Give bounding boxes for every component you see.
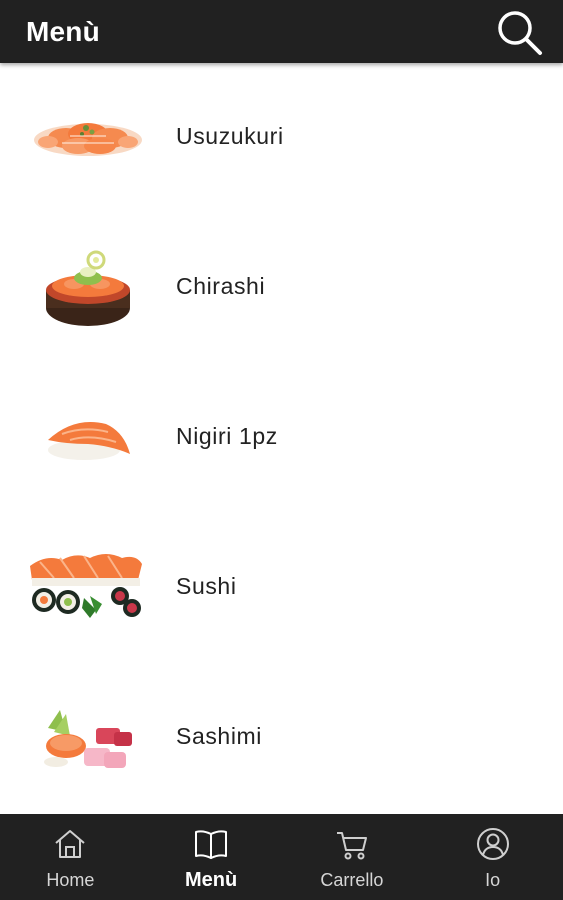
sashimi-image	[26, 688, 150, 788]
app-screen: Menù Usuzukuri Chirashi Nigiri 1pz Sushi…	[0, 0, 563, 900]
list-item-sushi[interactable]: Sushi	[0, 513, 563, 663]
menu-list: Usuzukuri Chirashi Nigiri 1pz Sushi Sash…	[0, 63, 563, 814]
nav-label: Home	[46, 870, 95, 890]
nav-label: Carrello	[320, 870, 384, 890]
menu-item-label: Chirashi	[176, 273, 266, 299]
app-header: Menù	[0, 0, 563, 63]
cart-icon	[334, 826, 370, 862]
nav-item-home[interactable]: Home	[0, 814, 141, 900]
user-icon	[475, 826, 511, 862]
menu-item-label: Nigiri 1pz	[176, 423, 278, 449]
nav-item-cart[interactable]: Carrello	[282, 814, 423, 900]
nigiri-image	[26, 388, 150, 488]
book-icon	[193, 826, 229, 862]
nav-item-menu[interactable]: Menù	[141, 814, 282, 900]
list-item-sashimi[interactable]: Sashimi	[0, 663, 563, 813]
bottom-navigation: Home Menù Carrello Io	[0, 814, 563, 900]
sushi-image	[26, 538, 150, 638]
nav-label: Menù	[185, 869, 238, 891]
nav-item-profile[interactable]: Io	[422, 814, 563, 900]
list-item-usuzukuri[interactable]: Usuzukuri	[0, 63, 563, 213]
nav-label: Io	[485, 870, 501, 890]
page-title: Menù	[26, 16, 100, 47]
menu-item-label: Usuzukuri	[176, 123, 284, 149]
list-item-nigiri[interactable]: Nigiri 1pz	[0, 363, 563, 513]
home-icon	[52, 826, 88, 862]
menu-item-label: Sashimi	[176, 723, 263, 749]
menu-item-label: Sushi	[176, 573, 237, 599]
usuzukuri-image	[26, 88, 150, 188]
search-icon	[495, 8, 545, 58]
list-item-chirashi[interactable]: Chirashi	[0, 213, 563, 363]
chirashi-image	[26, 238, 150, 338]
search-button[interactable]	[495, 8, 545, 58]
